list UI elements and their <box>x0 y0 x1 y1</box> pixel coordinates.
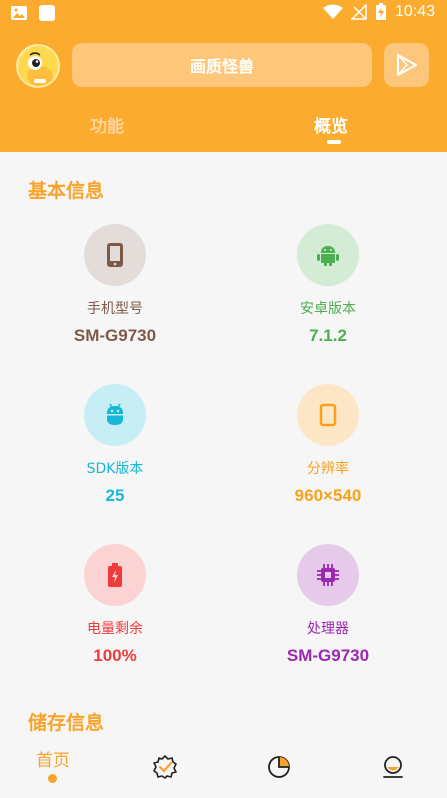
cpu-icon <box>297 544 359 606</box>
section-title-storage-info: 储存信息 <box>28 712 105 734</box>
play-button[interactable] <box>384 43 429 87</box>
status-time: 10:43 <box>394 3 435 20</box>
status-bar: 10:43 <box>0 0 447 28</box>
section-title-basic-info: 基本信息 <box>28 180 105 202</box>
android-version-label: 安卓版本 <box>300 301 356 317</box>
top-app-bar: 10:43 画质怪兽 功能 概览 <box>0 0 447 152</box>
resolution-label: 分辨率 <box>307 461 349 477</box>
app-title-button[interactable]: 画质怪兽 <box>72 43 372 87</box>
profile-icon[interactable] <box>380 754 406 780</box>
battery-label: 电量剩余 <box>87 621 143 637</box>
phone-icon <box>84 224 146 286</box>
no-signal-icon <box>350 4 367 20</box>
info-item-processor: 处理器 SM-G9730 <box>238 544 418 666</box>
play-icon <box>396 54 417 76</box>
active-tab-indicator <box>327 140 341 144</box>
pie-chart-icon[interactable] <box>266 754 292 780</box>
overview-content[interactable]: 基本信息 手机型号 SM-G9730 安卓版本 7.1.2 SDK版本 25 分… <box>0 152 447 734</box>
wifi-icon <box>322 4 343 19</box>
sdk-version-value: 25 <box>105 486 125 505</box>
info-item-resolution: 分辨率 960×540 <box>238 384 418 506</box>
screen-icon <box>297 384 359 446</box>
info-item-battery: 电量剩余 100% <box>25 544 205 666</box>
tab-overview[interactable]: 概览 <box>314 112 348 137</box>
badge-check-icon[interactable] <box>152 754 178 780</box>
avatar[interactable] <box>16 44 60 88</box>
info-item-sdk-version: SDK版本 25 <box>25 384 205 506</box>
app-notification-icon <box>39 5 55 21</box>
info-item-phone-model: 手机型号 SM-G9730 <box>25 224 205 346</box>
processor-value: SM-G9730 <box>286 646 370 665</box>
tab-features[interactable]: 功能 <box>90 112 124 137</box>
android-version-value: 7.1.2 <box>309 326 347 345</box>
processor-label: 处理器 <box>307 621 349 637</box>
battery-charging-icon <box>375 3 386 20</box>
phone-model-value: SM-G9730 <box>73 326 157 345</box>
android-bot-icon <box>84 384 146 446</box>
battery-icon <box>84 544 146 606</box>
nav-item-home[interactable]: 首页 <box>36 746 70 771</box>
resolution-value: 960×540 <box>294 486 362 505</box>
sdk-version-label: SDK版本 <box>86 461 144 477</box>
active-nav-indicator <box>48 774 57 783</box>
mascot-avatar-icon <box>18 46 58 86</box>
image-notification-icon <box>11 6 27 20</box>
phone-model-label: 手机型号 <box>87 301 143 317</box>
android-icon <box>297 224 359 286</box>
bottom-navigation: 首页 <box>0 732 447 798</box>
battery-value: 100% <box>93 646 137 665</box>
info-item-android-version: 安卓版本 7.1.2 <box>238 224 418 346</box>
